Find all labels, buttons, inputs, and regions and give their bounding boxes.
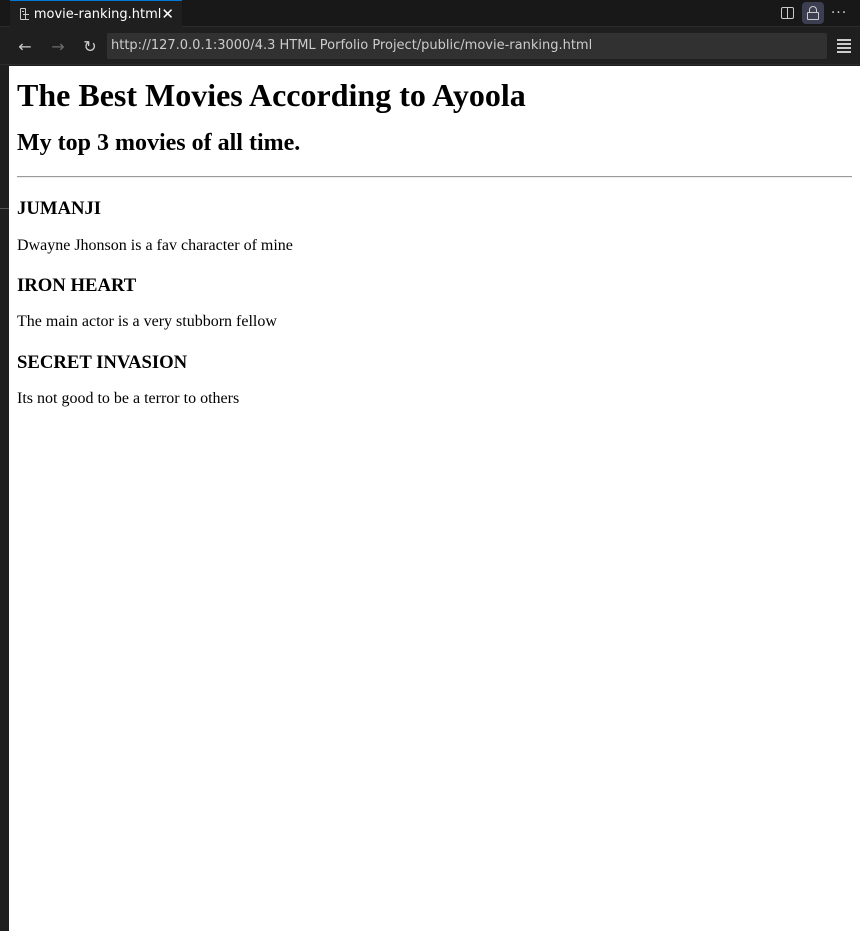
movie-title: IRON HEART (17, 275, 137, 297)
split-editor-icon (780, 7, 794, 19)
navigation-bar: ← → ↻ http://127.0.0.1:3000/4.3 HTML Por… (0, 28, 860, 65)
arrow-left-icon: ← (18, 37, 32, 56)
tab-actions: ··· (776, 2, 850, 24)
close-icon[interactable]: ✕ (161, 6, 174, 22)
movie-item: IRON HEART The main actor is a very stub… (17, 275, 852, 332)
lock-icon (807, 6, 819, 20)
url-input[interactable]: http://127.0.0.1:3000/4.3 HTML Porfolio … (107, 33, 827, 59)
movie-title: JUMANJI (17, 198, 102, 220)
reload-icon: ↻ (83, 37, 97, 56)
divider (17, 176, 852, 179)
page-subtitle: My top 3 movies of all time. (17, 130, 301, 157)
movie-title: SECRET INVASION (17, 351, 188, 373)
reload-button[interactable]: ↻ (79, 36, 101, 58)
browser-menu-button[interactable] (837, 39, 851, 53)
movie-item: JUMANJI Dwayne Jhonson is a fav characte… (17, 198, 852, 255)
movie-item: SECRET INVASION Its not good to be a ter… (17, 352, 852, 409)
tab-title: movie-ranking.html (33, 6, 162, 22)
tab-movie-ranking[interactable]: movie-ranking.html ✕ (10, 0, 182, 27)
page-viewport: The Best Movies According to Ayoola My t… (9, 66, 860, 931)
movie-description: The main actor is a very stubborn fellow (17, 313, 277, 331)
tab-bar: movie-ranking.html ✕ ··· (0, 0, 860, 27)
browser-window: movie-ranking.html ✕ ··· ← → ↻ http://12… (0, 0, 860, 931)
back-button[interactable]: ← (14, 36, 36, 58)
arrow-right-icon: → (51, 37, 65, 56)
lock-group-button[interactable] (802, 2, 824, 24)
page-title: The Best Movies According to Ayoola (17, 77, 526, 113)
movie-description: Dwayne Jhonson is a fav character of min… (17, 236, 293, 254)
browser-preview-icon (20, 8, 29, 20)
more-actions-button[interactable]: ··· (828, 2, 850, 24)
forward-button[interactable]: → (47, 36, 69, 58)
movie-description: Its not good to be a terror to others (17, 390, 240, 408)
split-editor-button[interactable] (776, 2, 798, 24)
ellipsis-icon: ··· (830, 5, 848, 21)
left-gutter (0, 66, 9, 931)
